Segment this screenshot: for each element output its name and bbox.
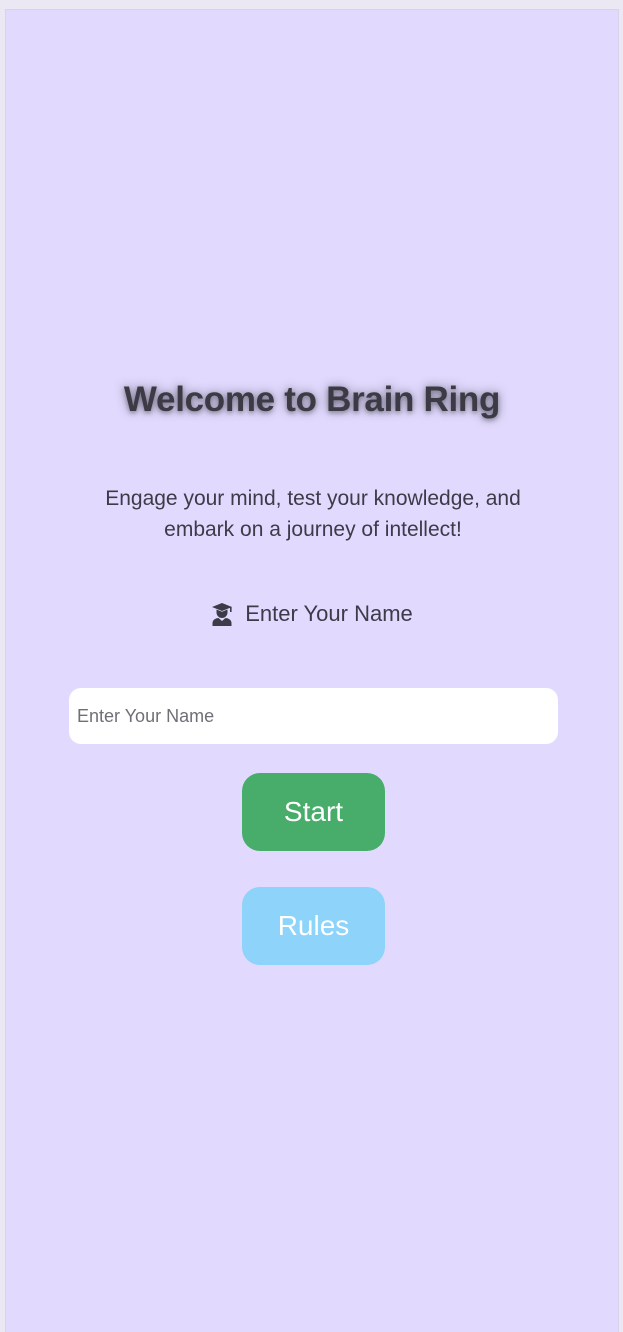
rules-button[interactable]: Rules	[242, 887, 385, 965]
start-button[interactable]: Start	[242, 773, 385, 851]
tagline: Engage your mind, test your knowledge, a…	[105, 487, 521, 541]
page-title: Welcome to Brain Ring	[123, 380, 501, 419]
name-input[interactable]	[69, 688, 558, 744]
name-label: Enter Your Name	[245, 601, 413, 626]
name-label-row: Enter Your Name	[6, 601, 618, 627]
graduate-icon	[211, 602, 233, 626]
app-screen: Welcome to Brain Ring Engage your mind, …	[5, 9, 619, 1332]
